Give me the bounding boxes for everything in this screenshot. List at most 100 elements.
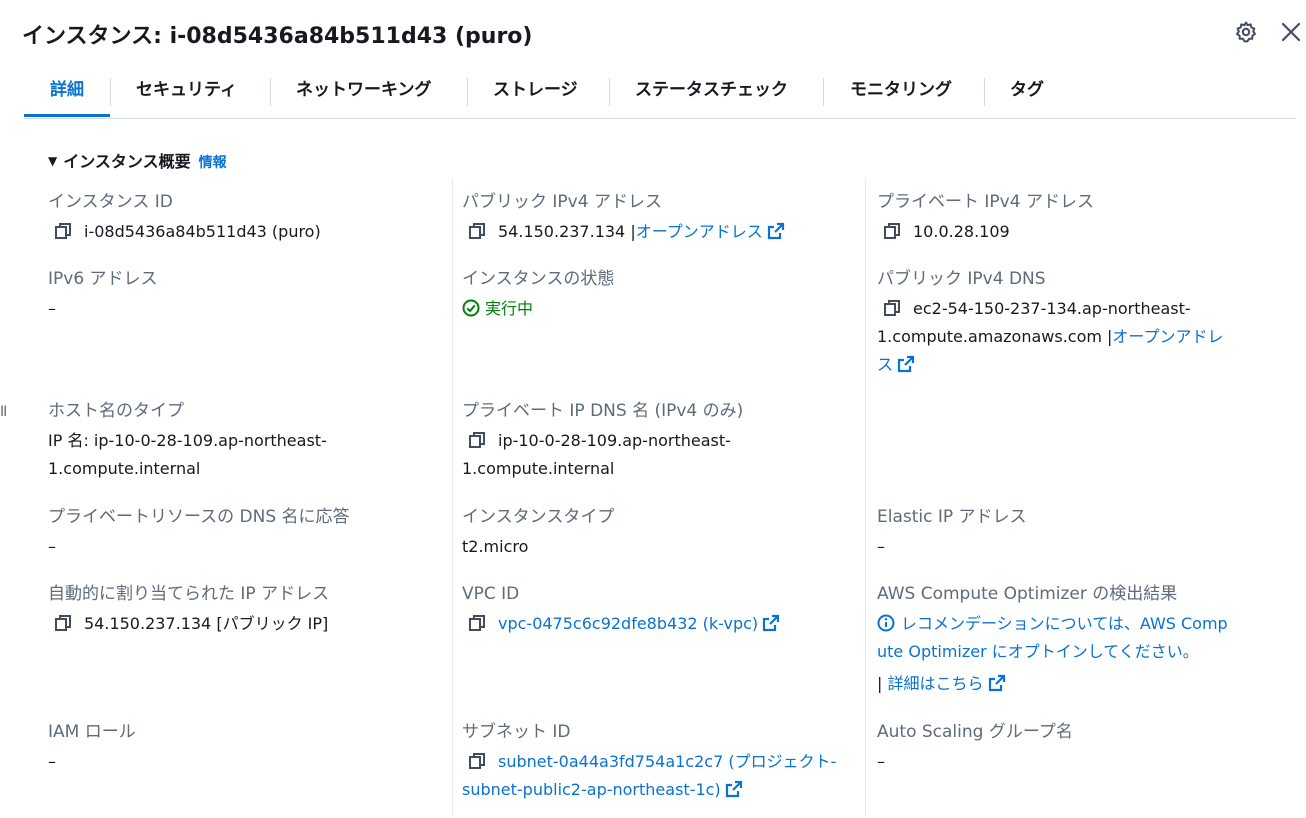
- open-address-link[interactable]: オープンアドレ: [1112, 327, 1223, 346]
- open-address-link[interactable]: オープンアドレス: [636, 222, 763, 241]
- field-value: subnet-public2-ap-northeast-1c): [462, 776, 852, 804]
- vpc-link[interactable]: vpc-0475c6c92dfe8b432 (k-vpc): [498, 614, 758, 633]
- info-link[interactable]: 情報: [199, 155, 227, 171]
- field-private-ipv4: プライベート IPv4 アドレス 10.0.28.109: [877, 190, 1267, 246]
- copy-icon[interactable]: [468, 752, 486, 770]
- field-value: 1.compute.internal: [48, 459, 201, 478]
- field-value: –: [877, 537, 885, 556]
- public-dns-value: 1.compute.amazonaws.com |: [877, 327, 1113, 346]
- subnet-link[interactable]: subnet-public2-ap-northeast-1c): [462, 780, 721, 799]
- drag-handle-icon[interactable]: II: [0, 404, 7, 420]
- field-asg-name: Auto Scaling グループ名 –: [877, 720, 1267, 776]
- optimizer-text: レコメンデーションについては、AWS Comp: [901, 614, 1228, 633]
- close-icon[interactable]: [1279, 20, 1303, 44]
- section-toggle[interactable]: ▼ インスタンス概要 情報: [48, 148, 227, 172]
- tab-monitoring[interactable]: モニタリング: [850, 70, 952, 114]
- tab-details[interactable]: 詳細: [50, 70, 84, 114]
- copy-icon[interactable]: [54, 614, 72, 632]
- field-value: vpc-0475c6c92dfe8b432 (k-vpc): [462, 610, 852, 638]
- field-value: t2.micro: [462, 537, 529, 556]
- field-value: ip-10-0-28-109.ap-northeast-: [462, 427, 852, 455]
- public-dns-value: ec2-54-150-237-134.ap-northeast-: [913, 299, 1191, 318]
- field-hostname-type: ホスト名のタイプ IP 名: ip-10-0-28-109.ap-northea…: [48, 399, 438, 483]
- private-dns-value: ip-10-0-28-109.ap-northeast-: [498, 431, 731, 450]
- field-value: ec2-54-150-237-134.ap-northeast-: [877, 295, 1257, 323]
- optimizer-opt-in-link[interactable]: ute Optimizer にオプトインしてください。: [877, 638, 1287, 666]
- field-value: –: [48, 752, 56, 771]
- external-link-icon[interactable]: [897, 355, 915, 373]
- optimizer-opt-in-link[interactable]: レコメンデーションについては、AWS Comp: [877, 610, 1287, 638]
- tab-divider: [270, 78, 271, 106]
- field-value: 実行中: [462, 295, 852, 323]
- field-label: プライベート IPv4 アドレス: [877, 192, 1094, 212]
- field-ipv6: IPv6 アドレス –: [48, 267, 438, 323]
- copy-icon[interactable]: [468, 614, 486, 632]
- panel-title: インスタンス: i-08d5436a84b511d43 (puro): [22, 24, 533, 49]
- field-iam-role: IAM ロール –: [48, 720, 438, 776]
- field-instance-type: インスタンスタイプ t2.micro: [462, 505, 852, 561]
- check-circle-icon: [462, 299, 480, 317]
- learn-more-link[interactable]: 詳細はこちら: [887, 674, 983, 693]
- public-ip-value: 54.150.237.134 |: [498, 222, 636, 241]
- field-label: プライベートリソースの DNS 名に応答: [48, 507, 350, 527]
- tab-divider: [823, 78, 824, 106]
- private-ip-value: 10.0.28.109: [913, 222, 1010, 241]
- external-link-icon[interactable]: [988, 674, 1006, 692]
- field-public-dns: パブリック IPv4 DNS ec2-54-150-237-134.ap-nor…: [877, 267, 1257, 379]
- field-public-ipv4: パブリック IPv4 アドレス 54.150.237.134 |オープンアドレス: [462, 190, 852, 246]
- tab-networking[interactable]: ネットワーキング: [296, 70, 432, 114]
- caret-down-icon: ▼: [48, 154, 58, 168]
- tab-storage[interactable]: ストレージ: [493, 70, 578, 114]
- tab-divider: [110, 78, 111, 106]
- copy-icon[interactable]: [468, 222, 486, 240]
- field-value: –: [877, 752, 885, 771]
- external-link-icon[interactable]: [725, 780, 743, 798]
- field-value: subnet-0a44a3fd754a1c2c7 (プロジェクト-: [462, 748, 852, 776]
- field-auto-assigned-ip: 自動的に割り当てられた IP アドレス 54.150.237.134 [パブリッ…: [48, 582, 438, 638]
- tab-divider: [609, 78, 610, 106]
- copy-icon[interactable]: [883, 222, 901, 240]
- field-subnet-id: サブネット ID subnet-0a44a3fd754a1c2c7 (プロジェク…: [462, 720, 852, 804]
- field-label: サブネット ID: [462, 722, 571, 742]
- field-private-resource-dns: プライベートリソースの DNS 名に応答 –: [48, 505, 438, 561]
- column-divider: [865, 178, 866, 816]
- field-label: Elastic IP アドレス: [877, 507, 1027, 527]
- copy-icon[interactable]: [468, 431, 486, 449]
- external-link-icon[interactable]: [767, 222, 785, 240]
- field-value: 10.0.28.109: [877, 218, 1267, 246]
- field-elastic-ip: Elastic IP アドレス –: [877, 505, 1267, 561]
- tab-security[interactable]: セキュリティ: [136, 70, 237, 114]
- field-instance-state: インスタンスの状態 実行中: [462, 267, 852, 323]
- open-address-link[interactable]: ス: [877, 355, 893, 374]
- field-value: 1.compute.internal: [462, 459, 615, 478]
- field-private-dns: プライベート IP DNS 名 (IPv4 のみ) ip-10-0-28-109…: [462, 399, 852, 483]
- field-label: インスタンスタイプ: [462, 507, 615, 527]
- field-label: 自動的に割り当てられた IP アドレス: [48, 584, 330, 604]
- field-instance-id: インスタンス ID i-08d5436a84b511d43 (puro): [48, 190, 438, 246]
- field-label: プライベート IP DNS 名 (IPv4 のみ): [462, 401, 744, 421]
- field-value: 54.150.237.134 |オープンアドレス: [462, 218, 852, 246]
- tab-divider: [467, 78, 468, 106]
- field-label: IPv6 アドレス: [48, 269, 158, 289]
- tab-tags[interactable]: タグ: [1010, 70, 1044, 114]
- field-value: ス: [877, 351, 1257, 379]
- field-value: –: [48, 537, 56, 556]
- gear-icon[interactable]: [1234, 20, 1258, 44]
- field-value: IP 名: ip-10-0-28-109.ap-northeast-: [48, 431, 327, 450]
- external-link-icon[interactable]: [762, 614, 780, 632]
- column-divider: [452, 178, 453, 816]
- field-compute-optimizer: AWS Compute Optimizer の検出結果 レコメンデーションについ…: [877, 582, 1287, 698]
- field-label: ホスト名のタイプ: [48, 401, 184, 421]
- section-title: インスタンス概要: [63, 152, 191, 171]
- copy-icon[interactable]: [54, 222, 72, 240]
- copy-icon[interactable]: [883, 299, 901, 317]
- subnet-link[interactable]: subnet-0a44a3fd754a1c2c7 (プロジェクト-: [498, 752, 836, 771]
- active-tab-indicator: [24, 114, 110, 117]
- tab-status-checks[interactable]: ステータスチェック: [635, 70, 788, 114]
- separator: |: [877, 674, 883, 693]
- field-label: インスタンス ID: [48, 192, 173, 212]
- field-vpc-id: VPC ID vpc-0475c6c92dfe8b432 (k-vpc): [462, 582, 852, 638]
- field-value: 1.compute.amazonaws.com |オープンアドレ: [877, 323, 1257, 351]
- instance-id-value: i-08d5436a84b511d43 (puro): [84, 222, 321, 241]
- info-icon: [877, 614, 895, 632]
